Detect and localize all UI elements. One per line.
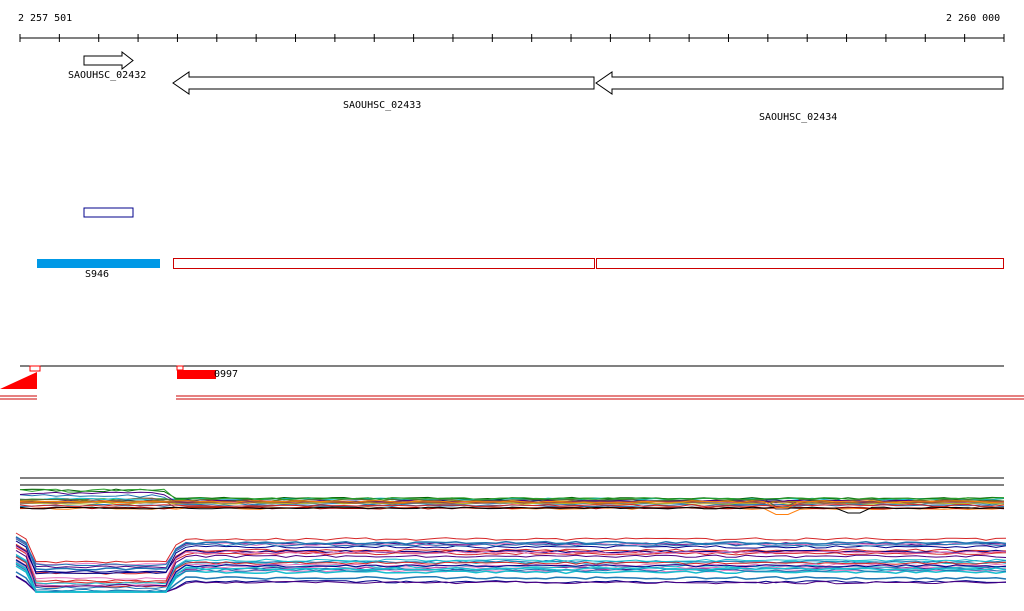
srna-label: S946 <box>85 269 110 280</box>
feature-box-blue[interactable] <box>83 207 134 218</box>
coverage-track <box>15 477 1007 593</box>
gene-arrow-02432[interactable] <box>83 50 134 71</box>
ruler-axis <box>19 34 1005 42</box>
peak-marker-right[interactable] <box>176 365 184 371</box>
gene-label-02432: SAOUHSC_02432 <box>68 70 147 81</box>
gene-arrow-02433[interactable] <box>172 71 595 95</box>
transcript-track <box>37 258 1004 269</box>
peak-ramp <box>0 372 37 389</box>
transcript-box-left[interactable] <box>173 258 595 269</box>
gene-label-02433: SAOUHSC_02433 <box>343 100 422 111</box>
transcript-box-right[interactable] <box>596 258 1004 269</box>
peak-track <box>0 365 1024 400</box>
track-canvas <box>0 34 1024 593</box>
peak-bar[interactable] <box>177 370 216 379</box>
gene-track <box>83 50 1004 95</box>
srna-feature-bar[interactable] <box>37 259 160 268</box>
peak-label: 0997 <box>214 369 239 380</box>
gene-label-02434: SAOUHSC_02434 <box>759 112 838 123</box>
genome-browser-view: 2 257 501 2 260 000 SAOUHSC_02432 SAOUHS… <box>0 0 1024 611</box>
gene-arrow-02434[interactable] <box>595 71 1004 95</box>
coverage-traces-top <box>19 488 1005 515</box>
coverage-traces-bottom <box>15 532 1007 593</box>
peak-marker-left[interactable] <box>29 365 41 372</box>
coverage-trace <box>19 488 1005 501</box>
